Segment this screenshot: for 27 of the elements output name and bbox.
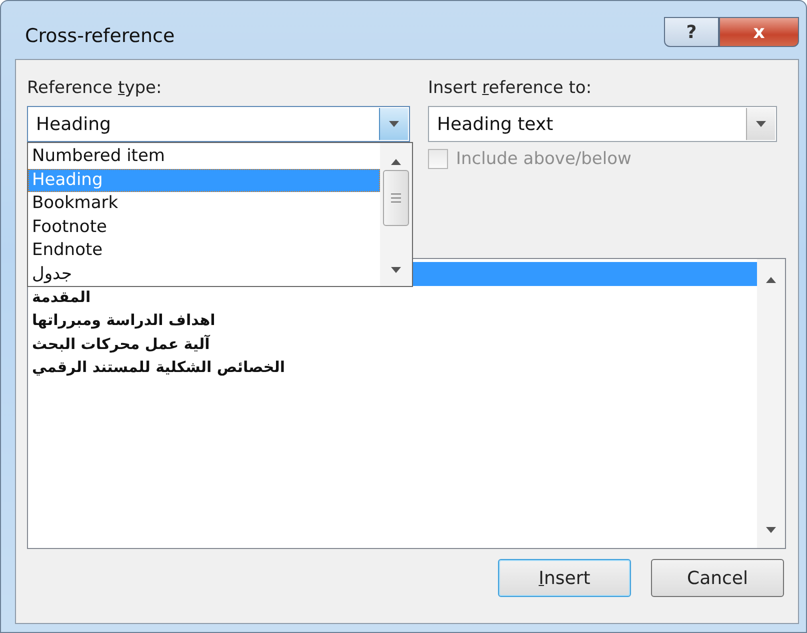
insert-button[interactable]: Insert bbox=[498, 559, 631, 597]
heading-item[interactable]: آلية عمل محركات البحث bbox=[28, 332, 757, 356]
scroll-up-icon[interactable] bbox=[390, 158, 402, 166]
heading-item[interactable]: اهداف الدراسة ومبرراتها bbox=[28, 309, 757, 332]
dropdown-option[interactable]: Footnote bbox=[28, 216, 380, 239]
scroll-up-icon[interactable] bbox=[765, 276, 777, 284]
reference-type-label: Reference type: bbox=[27, 77, 163, 100]
heading-item[interactable]: المقدمة bbox=[28, 286, 757, 309]
cancel-button[interactable]: Cancel bbox=[651, 559, 784, 597]
checkbox-label: Include above/below bbox=[456, 149, 632, 169]
dropdown-option[interactable]: Bookmark bbox=[28, 192, 380, 216]
scrollbar[interactable] bbox=[380, 143, 412, 286]
scroll-down-icon[interactable] bbox=[390, 266, 402, 274]
heading-item[interactable]: الخصائص الشكلية للمستند الرقمي bbox=[28, 356, 757, 380]
insert-reference-label: Insert reference to: bbox=[428, 77, 593, 100]
dropdown-option[interactable]: Numbered item bbox=[28, 145, 380, 168]
insert-reference-dropdown[interactable]: Heading text bbox=[428, 106, 777, 142]
window-title: Cross-reference bbox=[25, 25, 175, 47]
reference-type-dropdown[interactable]: Heading bbox=[27, 106, 410, 142]
dropdown-option[interactable]: جدول bbox=[28, 262, 380, 286]
dropdown-arrow-icon[interactable] bbox=[755, 120, 767, 128]
close-button[interactable]: x bbox=[719, 17, 799, 47]
help-button[interactable]: ? bbox=[664, 17, 719, 47]
scrollbar[interactable] bbox=[757, 259, 785, 548]
scroll-thumb[interactable] bbox=[383, 170, 409, 226]
scroll-down-icon[interactable] bbox=[765, 526, 777, 534]
dropdown-arrow-icon[interactable] bbox=[388, 120, 400, 128]
